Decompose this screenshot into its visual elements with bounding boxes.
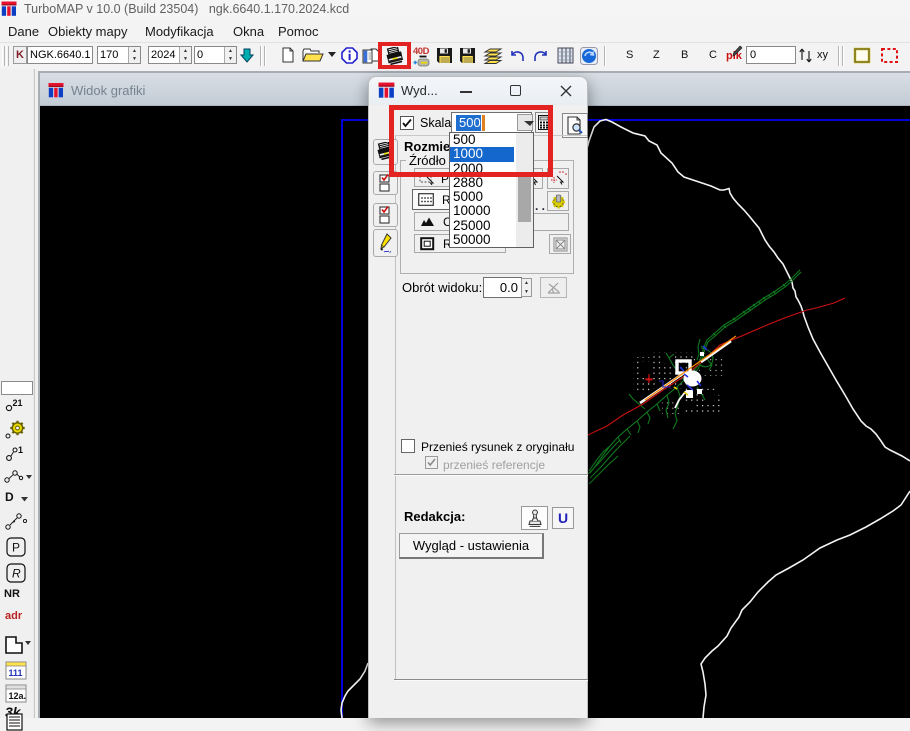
svg-text:1: 1 (18, 445, 23, 455)
svg-text:P: P (12, 541, 20, 555)
svg-text:111: 111 (9, 668, 23, 678)
svg-text:21: 21 (13, 398, 23, 408)
svg-text:12a.: 12a. (9, 691, 27, 701)
svg-text:R: R (12, 567, 21, 581)
